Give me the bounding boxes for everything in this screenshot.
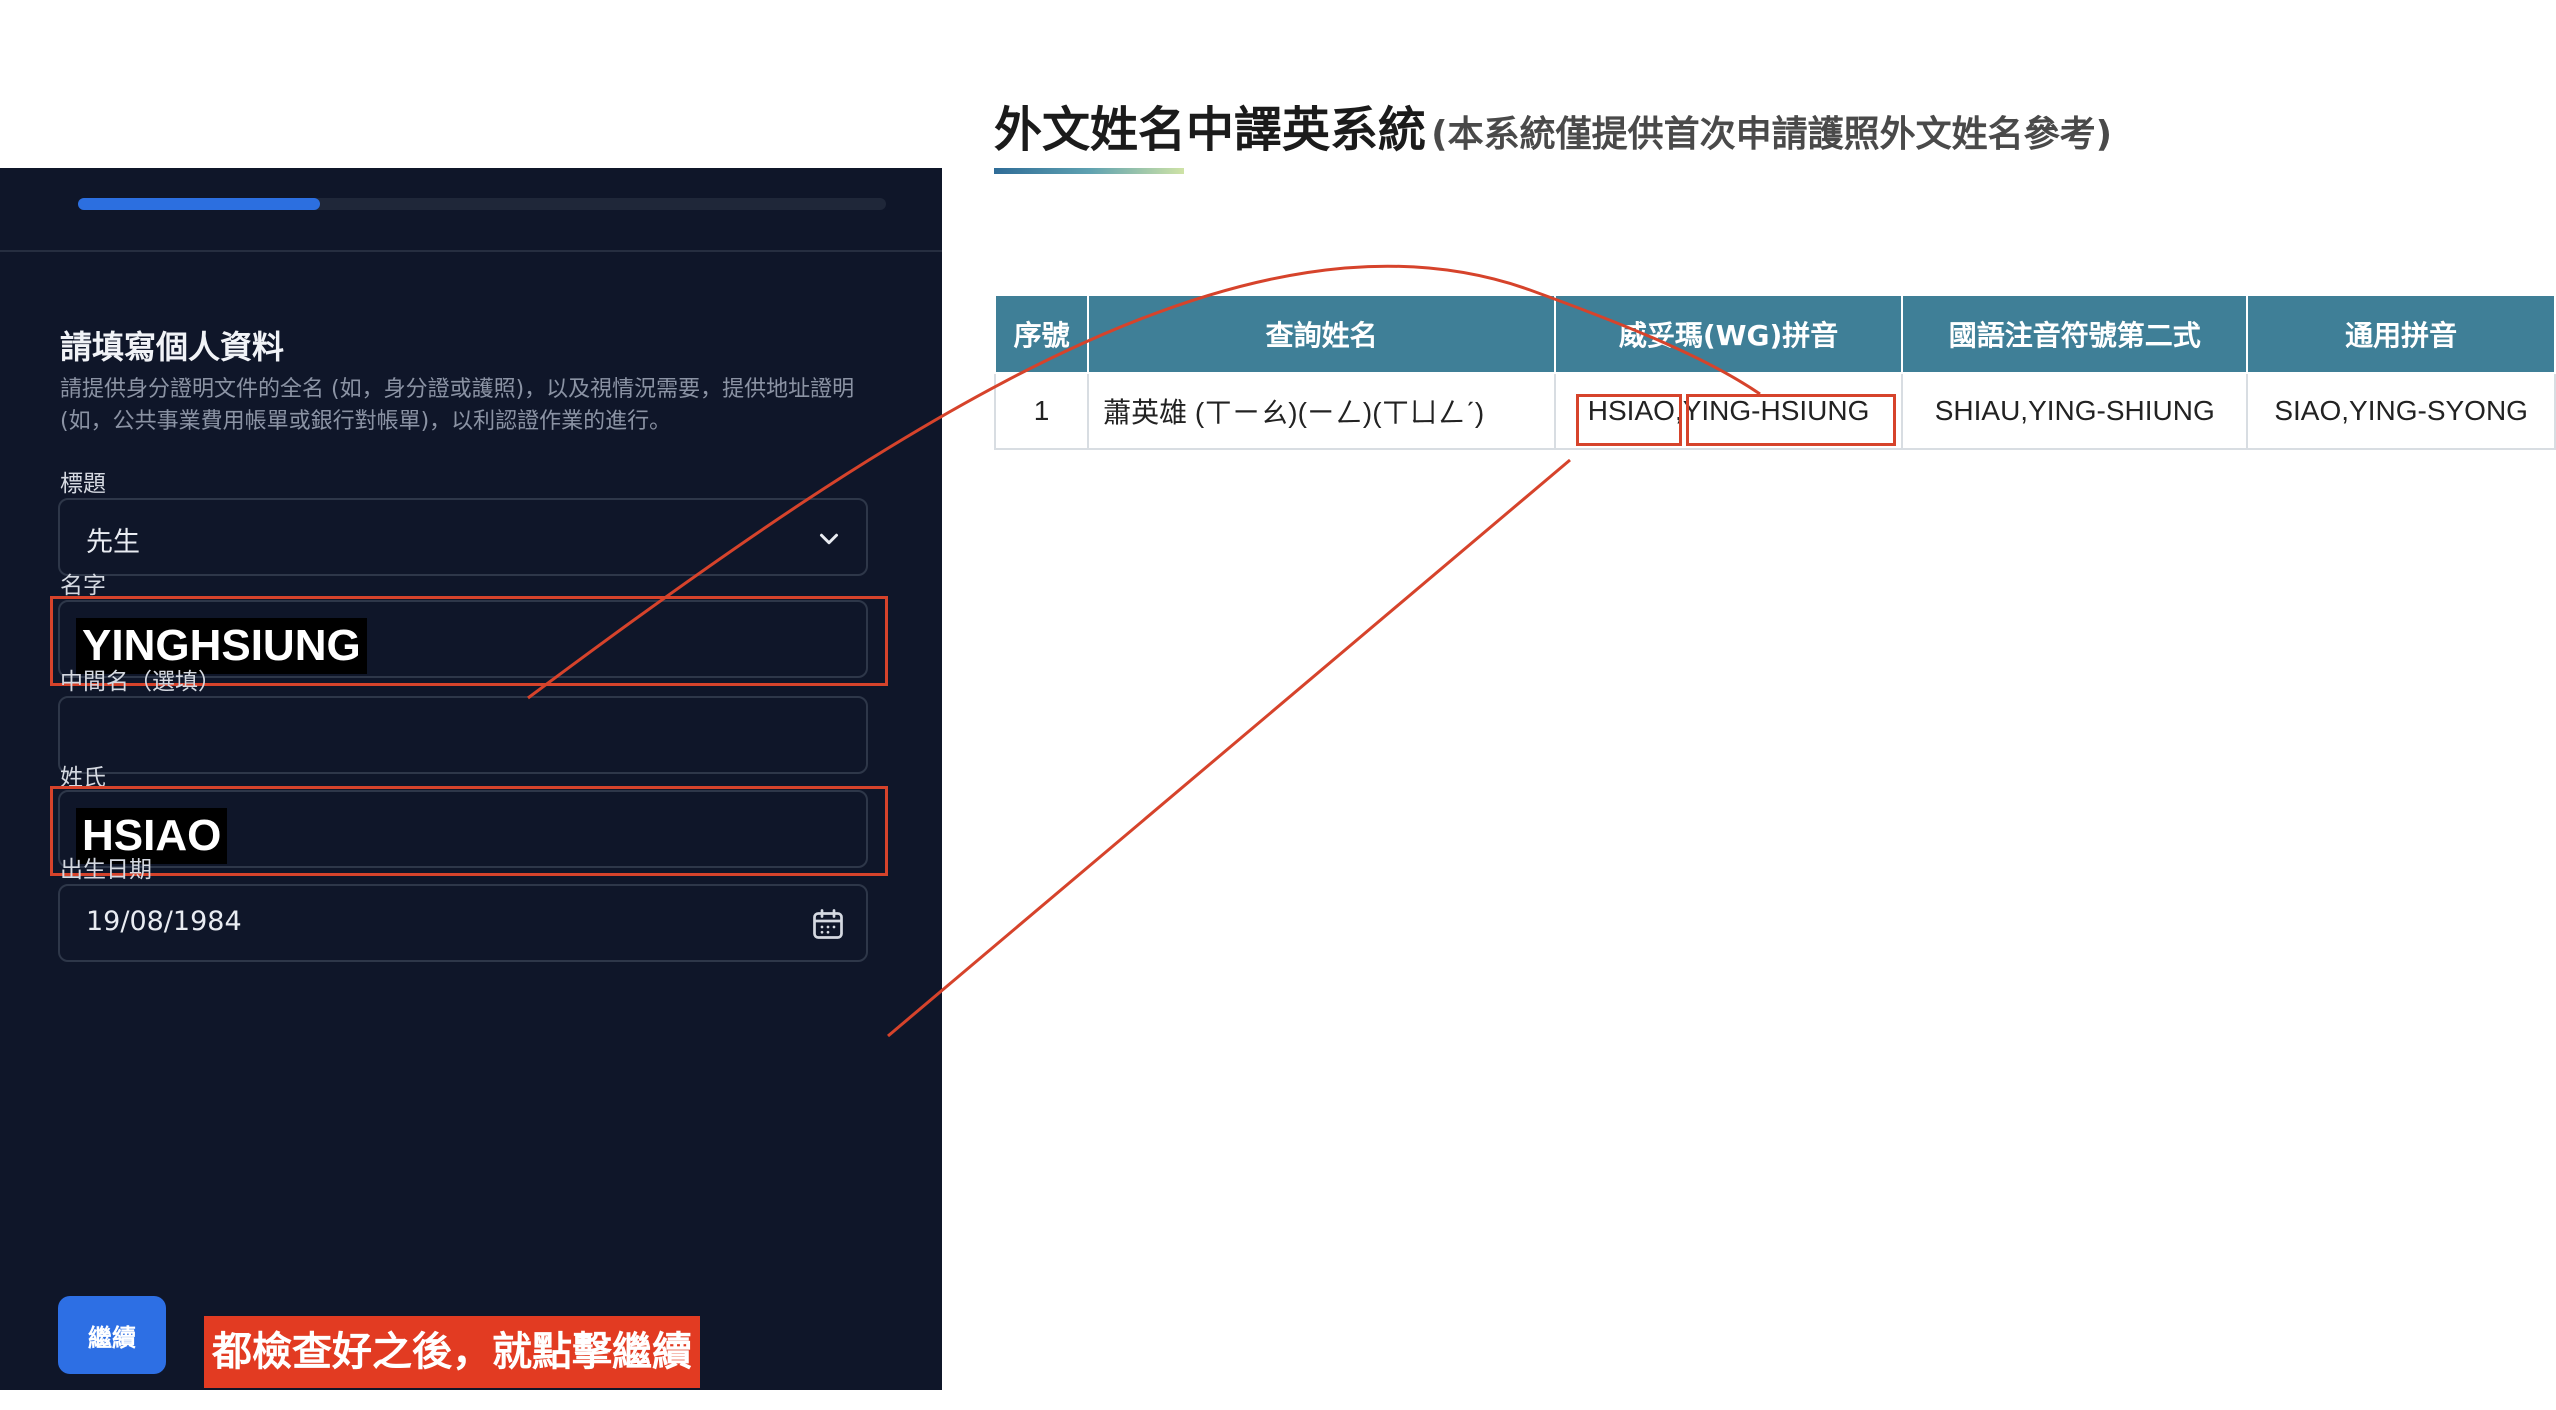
last-name-annotation-box	[50, 786, 888, 876]
middle-name-label: 中間名（選填）	[60, 669, 221, 695]
dob-input[interactable]: 19/08/1984	[58, 884, 868, 962]
calendar-icon[interactable]	[810, 906, 846, 942]
table-header-row: 序號 查詢姓名 威妥瑪(WG)拼音 國語注音符號第二式 通用拼音	[993, 294, 2556, 374]
dob-value: 19/08/1984	[86, 906, 242, 937]
middle-name-input[interactable]	[58, 696, 868, 774]
wg-surname-annotation-box	[1576, 394, 1682, 446]
cell-index: 1	[993, 372, 1090, 450]
form-description: 請提供身分證明文件的全名 (如，身分證或護照)，以及視情況需要，提供地址證明 (…	[60, 377, 855, 434]
column-header-query-name: 查詢姓名	[1087, 294, 1557, 374]
personal-info-form-panel: 請填寫個人資料 請提供身分證明文件的全名 (如，身分證或護照)，以及視情況需要，…	[0, 168, 942, 1390]
progress-bar-fill	[78, 198, 321, 210]
column-header-wg: 威妥瑪(WG)拼音	[1554, 294, 1904, 374]
page-title: 外文姓名中譯英系統 (本系統僅提供首次申請護照外文姓名參考)	[994, 90, 2112, 160]
progress-bar	[78, 198, 886, 210]
screenshot-canvas: 請填寫個人資料 請提供身分證明文件的全名 (如，身分證或護照)，以及視情況需要，…	[0, 0, 2556, 1410]
chevron-down-icon	[820, 533, 838, 545]
first-name-label: 名字	[60, 573, 106, 599]
title-label: 標題	[60, 471, 106, 497]
title-underline	[994, 168, 1184, 174]
dob-label: 出生日期	[60, 857, 152, 883]
title-select-value: 先生	[86, 527, 140, 558]
column-header-tongyong: 通用拼音	[2246, 294, 2556, 374]
cell-mps2: SHIAU,YING-SHIUNG	[1901, 372, 2249, 450]
column-header-mps2: 國語注音符號第二式	[1901, 294, 2249, 374]
wg-given-annotation-box	[1686, 394, 1896, 446]
form-heading: 請填寫個人資料	[60, 328, 285, 366]
cell-query-name: 蕭英雄 (ㄒㄧㄠ)(ㄧㄥ)(ㄒㄩㄥˊ)	[1087, 372, 1557, 450]
divider	[0, 250, 942, 252]
cell-tongyong: SIAO,YING-SYONG	[2246, 372, 2556, 450]
continue-button[interactable]: 繼續	[58, 1296, 166, 1374]
connector-last-name	[887, 458, 1571, 1038]
column-header-index: 序號	[993, 294, 1090, 374]
page-title-subtitle: (本系統僅提供首次申請護照外文姓名參考)	[1431, 114, 2113, 155]
page-title-main: 外文姓名中譯英系統	[994, 102, 1427, 158]
title-select[interactable]: 先生	[58, 498, 868, 576]
instruction-banner: 都檢查好之後，就點擊繼續	[204, 1316, 700, 1388]
